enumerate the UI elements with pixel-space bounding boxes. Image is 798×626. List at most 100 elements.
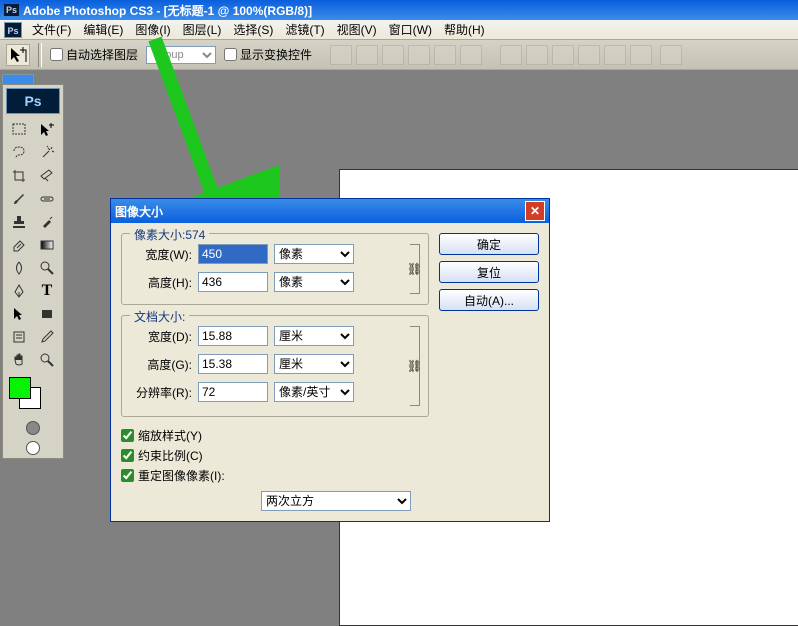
pen-tool-icon[interactable]	[5, 279, 33, 302]
px-height-unit-select[interactable]: 像素	[274, 272, 354, 292]
tool-grid: T	[5, 118, 61, 371]
wand-tool-icon[interactable]	[33, 141, 61, 164]
px-width-unit-select[interactable]: 像素	[274, 244, 354, 264]
resample-method-select[interactable]: 两次立方	[261, 491, 411, 511]
slice-tool-icon[interactable]	[33, 164, 61, 187]
doc-res-unit-select[interactable]: 像素/英寸	[274, 382, 354, 402]
menu-help[interactable]: 帮助(H)	[438, 19, 491, 40]
group-dropdown[interactable]: Group	[146, 46, 216, 64]
constrain-aspect-checkbox[interactable]: 约束比例(C)	[121, 447, 429, 464]
px-height-input[interactable]	[198, 272, 268, 292]
ok-button[interactable]: 确定	[439, 233, 539, 255]
history-brush-icon[interactable]	[33, 210, 61, 233]
doc-res-input[interactable]	[198, 382, 268, 402]
align-btn-1[interactable]	[330, 45, 352, 65]
current-tool-icon[interactable]	[6, 44, 30, 66]
dialog-title-text: 图像大小	[115, 203, 163, 220]
show-transform-checkbox[interactable]: 显示变换控件	[224, 46, 312, 63]
dist-btn-2[interactable]	[526, 45, 548, 65]
doc-size-legend: 文档大小:	[130, 308, 189, 325]
menu-image[interactable]: 图像(I)	[129, 19, 176, 40]
auto-button[interactable]: 自动(A)...	[439, 289, 539, 311]
dist-btn-6[interactable]	[630, 45, 652, 65]
distribute-icons	[500, 45, 652, 65]
system-icon[interactable]: Ps	[4, 22, 22, 38]
eyedropper-tool-icon[interactable]	[33, 325, 61, 348]
link-bracket: ⛓	[410, 244, 420, 294]
doc-width-input[interactable]	[198, 326, 268, 346]
doc-height-input[interactable]	[198, 354, 268, 374]
align-btn-5[interactable]	[434, 45, 456, 65]
auto-select-label: 自动选择图层	[66, 46, 138, 63]
standard-mode-icon[interactable]	[26, 421, 40, 435]
path-select-icon[interactable]	[5, 302, 33, 325]
lasso-tool-icon[interactable]	[5, 141, 33, 164]
auto-select-cb[interactable]	[50, 48, 63, 61]
show-transform-cb[interactable]	[224, 48, 237, 61]
blur-tool-icon[interactable]	[5, 256, 33, 279]
eraser-tool-icon[interactable]	[5, 233, 33, 256]
ps-logo: Ps	[6, 88, 60, 114]
align-icons	[330, 45, 482, 65]
doc-width-unit-select[interactable]: 厘米	[274, 326, 354, 346]
align-btn-3[interactable]	[382, 45, 404, 65]
menu-file[interactable]: 文件(F)	[26, 19, 77, 40]
px-width-label: 宽度(W):	[130, 246, 192, 263]
doc-height-label: 高度(G):	[130, 356, 192, 373]
dist-btn-4[interactable]	[578, 45, 600, 65]
doc-link-bracket: ⛓	[410, 326, 420, 406]
move-tool-icon[interactable]	[33, 118, 61, 141]
type-tool-icon[interactable]: T	[33, 279, 61, 302]
menu-layer[interactable]: 图层(L)	[177, 19, 228, 40]
menu-view[interactable]: 视图(V)	[331, 19, 383, 40]
marquee-tool-icon[interactable]	[5, 118, 33, 141]
doc-size-fieldset: 文档大小: 宽度(D): 厘米 高度(G): 厘米	[121, 315, 429, 417]
menu-window[interactable]: 窗口(W)	[383, 19, 438, 40]
ps-badge: Ps	[4, 4, 19, 16]
image-size-dialog: 图像大小 ✕ 像素大小:574 宽度(W): 像素 高度(H):	[110, 198, 550, 522]
options-bar: 自动选择图层 Group 显示变换控件	[0, 40, 798, 70]
arrange-btn[interactable]	[660, 45, 682, 65]
show-transform-label: 显示变换控件	[240, 46, 312, 63]
menu-select[interactable]: 选择(S)	[227, 19, 279, 40]
color-swatches[interactable]	[5, 377, 61, 419]
scale-styles-checkbox[interactable]: 缩放样式(Y)	[121, 427, 429, 444]
dialog-titlebar[interactable]: 图像大小 ✕	[111, 199, 549, 223]
doc-height-unit-select[interactable]: 厘米	[274, 354, 354, 374]
healing-tool-icon[interactable]	[33, 187, 61, 210]
menu-edit[interactable]: 编辑(E)	[77, 19, 129, 40]
dist-btn-5[interactable]	[604, 45, 626, 65]
menu-bar: Ps 文件(F) 编辑(E) 图像(I) 图层(L) 选择(S) 滤镜(T) 视…	[0, 20, 798, 40]
hand-tool-icon[interactable]	[5, 348, 33, 371]
auto-select-checkbox[interactable]: 自动选择图层	[50, 46, 138, 63]
pixel-size-legend: 像素大小:574	[130, 226, 209, 243]
zoom-tool-icon[interactable]	[33, 348, 61, 371]
divider	[38, 43, 42, 67]
brush-tool-icon[interactable]	[5, 187, 33, 210]
align-btn-4[interactable]	[408, 45, 430, 65]
doc-link-chain-icon[interactable]: ⛓	[407, 359, 422, 373]
gradient-tool-icon[interactable]	[33, 233, 61, 256]
reset-button[interactable]: 复位	[439, 261, 539, 283]
stamp-tool-icon[interactable]	[5, 210, 33, 233]
link-chain-icon[interactable]: ⛓	[407, 262, 422, 276]
dist-btn-3[interactable]	[552, 45, 574, 65]
app-title: Adobe Photoshop CS3 - [无标题-1 @ 100%(RGB/…	[23, 2, 312, 19]
shape-tool-icon[interactable]	[33, 302, 61, 325]
doc-res-label: 分辨率(R):	[130, 384, 192, 401]
crop-tool-icon[interactable]	[5, 164, 33, 187]
align-btn-6[interactable]	[460, 45, 482, 65]
dodge-tool-icon[interactable]	[33, 256, 61, 279]
resample-checkbox[interactable]: 重定图像像素(I):	[121, 467, 429, 484]
px-width-input[interactable]	[198, 244, 268, 264]
align-btn-2[interactable]	[356, 45, 378, 65]
screen-mode-icon[interactable]	[26, 441, 40, 455]
dist-btn-1[interactable]	[500, 45, 522, 65]
close-icon[interactable]: ✕	[525, 201, 545, 221]
px-height-label: 高度(H):	[130, 274, 192, 291]
fg-color-swatch[interactable]	[9, 377, 31, 399]
doc-width-label: 宽度(D):	[130, 328, 192, 345]
menu-filter[interactable]: 滤镜(T)	[279, 19, 330, 40]
title-bar: Ps Adobe Photoshop CS3 - [无标题-1 @ 100%(R…	[0, 0, 798, 20]
notes-tool-icon[interactable]	[5, 325, 33, 348]
